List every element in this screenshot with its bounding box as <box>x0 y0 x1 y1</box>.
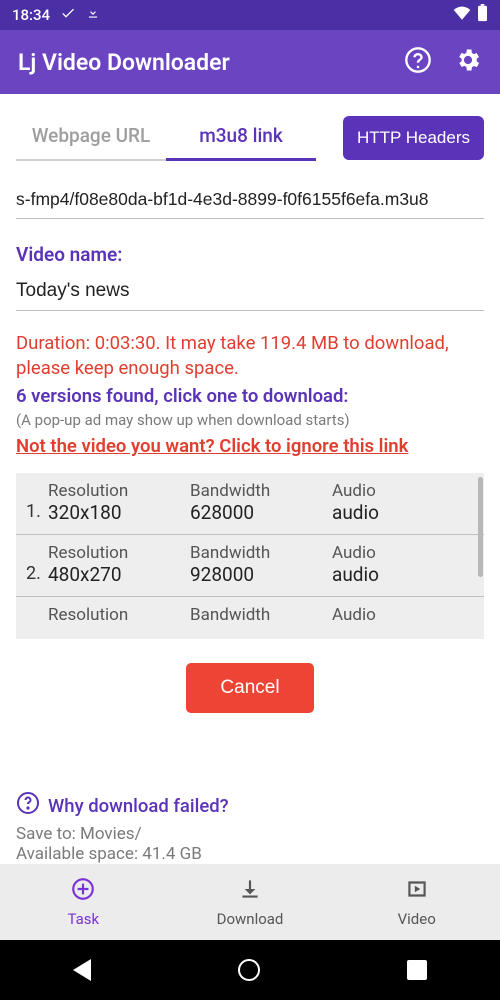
nav-label: Download <box>217 910 284 928</box>
battery-icon <box>477 4 488 26</box>
why-label: Why download failed? <box>48 795 229 817</box>
versions-message: 6 versions found, click one to download: <box>16 385 484 407</box>
video-name-label: Video name: <box>16 243 484 266</box>
list-item[interactable]: 2. Resolution480x270 Bandwidth928000 Aud… <box>16 535 484 597</box>
video-name-input[interactable] <box>16 276 484 311</box>
tab-webpage-url[interactable]: Webpage URL <box>16 114 166 161</box>
tab-row: Webpage URL m3u8 link HTTP Headers <box>16 114 484 161</box>
url-input[interactable] <box>16 183 484 219</box>
system-nav-bar <box>0 940 500 1000</box>
download-icon <box>237 876 263 906</box>
back-button[interactable] <box>73 959 91 981</box>
save-to-label: Save to: Movies/ <box>16 824 484 844</box>
check-icon <box>60 5 76 25</box>
available-space-label: Available space: 41.4 GB <box>16 844 484 864</box>
status-bar: 18:34 <box>0 0 500 30</box>
recents-button[interactable] <box>407 960 427 980</box>
cancel-button[interactable]: Cancel <box>186 663 313 713</box>
nav-label: Task <box>68 910 100 928</box>
nav-video[interactable]: Video <box>333 864 500 940</box>
plus-circle-icon <box>70 876 96 906</box>
download-status-icon <box>86 6 100 24</box>
footer-info: Why download failed? Save to: Movies/ Av… <box>0 791 500 864</box>
video-icon <box>404 876 430 906</box>
tab-m3u8-link[interactable]: m3u8 link <box>166 114 316 161</box>
duration-message: Duration: 0:03:30. It may take 119.4 MB … <box>16 331 484 381</box>
settings-icon[interactable] <box>454 46 482 78</box>
ignore-link[interactable]: Not the video you want? Click to ignore … <box>16 435 408 457</box>
help-icon[interactable] <box>404 46 432 78</box>
bottom-nav: Task Download Video <box>0 864 500 940</box>
wifi-icon <box>453 4 471 26</box>
popup-note: (A pop-up ad may show up when download s… <box>16 411 484 429</box>
app-bar: Lj Video Downloader <box>0 30 500 94</box>
nav-task[interactable]: Task <box>0 864 167 940</box>
app-title: Lj Video Downloader <box>18 49 230 76</box>
nav-download[interactable]: Download <box>167 864 334 940</box>
status-time: 18:34 <box>12 6 50 24</box>
scrollbar-indicator <box>478 477 483 577</box>
http-headers-button[interactable]: HTTP Headers <box>343 116 484 160</box>
versions-list[interactable]: 1. Resolution320x180 Bandwidth628000 Aud… <box>16 473 484 639</box>
list-item[interactable]: 1. Resolution320x180 Bandwidth628000 Aud… <box>16 473 484 535</box>
why-download-failed-link[interactable]: Why download failed? <box>16 791 484 820</box>
help-circle-icon <box>16 791 40 820</box>
home-button[interactable] <box>238 959 260 981</box>
list-item[interactable]: Resolution Bandwidth Audio <box>16 597 484 635</box>
nav-label: Video <box>398 910 436 928</box>
